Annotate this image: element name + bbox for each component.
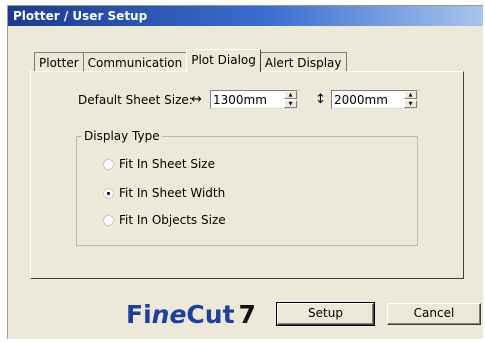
tab-strip: Plotter Communication Plot Dialog Alert … [34,49,347,72]
radio-button-checked[interactable] [103,187,114,199]
sheet-width-spin-buttons: ▲ ▼ [284,91,297,108]
radio-label-fit-in-sheet-width: Fit In Sheet Width [119,186,226,200]
finecut-logo: FineCut 7 [126,300,256,330]
default-sheet-size-label: Default Sheet Size: [78,93,193,107]
tab-plotter[interactable]: Plotter [34,52,84,72]
horizontal-arrow-icon: ↔ [191,92,202,107]
logo-text-cut: Cut [186,300,235,329]
setup-button[interactable]: Setup [276,302,375,326]
radio-fit-in-objects-size[interactable]: Fit In Objects Size [103,212,226,228]
sheet-height-decrement-button[interactable]: ▼ [404,100,417,108]
tab-plot-dialog[interactable]: Plot Dialog [186,49,261,72]
vertical-arrow-icon: ↕ [315,92,326,107]
logo-text-ne: ne [151,300,187,329]
radio-label-fit-in-objects-size: Fit In Objects Size [119,213,226,227]
tab-alert-display[interactable]: Alert Display [259,52,347,72]
logo-version-number: 7 [238,300,256,329]
radio-fit-in-sheet-width[interactable]: Fit In Sheet Width [103,185,225,201]
tab-communication[interactable]: Communication [82,52,188,72]
display-type-legend: Display Type [82,129,162,143]
radio-button-unchecked[interactable] [103,214,114,226]
window-title: Plotter / User Setup [8,6,483,26]
sheet-width-decrement-button[interactable]: ▼ [284,100,297,108]
logo-text-fi: Fi [126,300,152,329]
sheet-height-increment-button[interactable]: ▲ [404,91,417,99]
sheet-height-input[interactable] [332,91,404,108]
sheet-height-spin-buttons: ▲ ▼ [404,91,417,108]
cancel-button[interactable]: Cancel [387,303,481,325]
radio-label-fit-in-sheet-size: Fit In Sheet Size [119,157,215,171]
sheet-width-stepper[interactable]: ▲ ▼ [210,90,298,109]
sheet-height-stepper[interactable]: ▲ ▼ [331,90,418,109]
radio-fit-in-sheet-size[interactable]: Fit In Sheet Size [103,156,215,172]
sheet-width-input[interactable] [211,91,284,108]
radio-button-unchecked[interactable] [103,158,114,170]
sheet-width-increment-button[interactable]: ▲ [284,91,297,99]
